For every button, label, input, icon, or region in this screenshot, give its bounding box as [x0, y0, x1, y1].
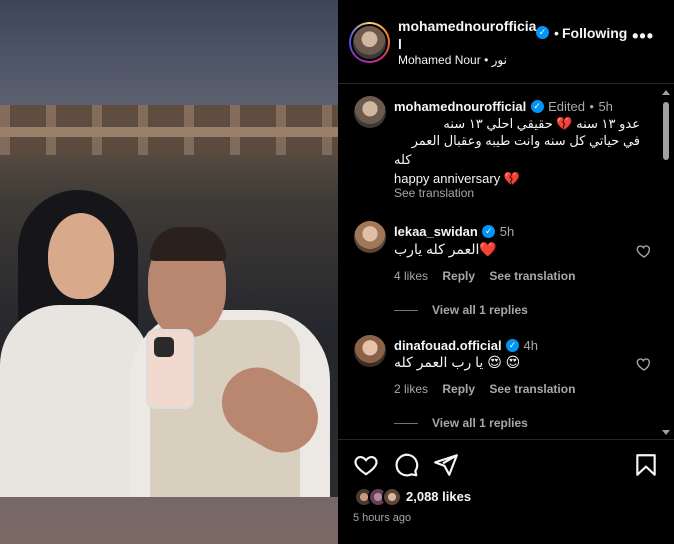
photo-man-hair	[150, 227, 226, 261]
caption-line-2: في حياتي كل سنه وانت طيبه وعقبال العمر	[411, 133, 640, 148]
comment-likes[interactable]: 4 likes	[394, 269, 428, 283]
caption-age[interactable]: 5h	[598, 99, 612, 114]
follow-dot: •	[554, 25, 559, 41]
post-panel: mohamednourofficia l ✓ • Following ••• M…	[338, 0, 674, 544]
comment-age[interactable]: 4h	[524, 338, 538, 353]
post-actions-bar	[338, 452, 674, 484]
photo-phone-camera	[154, 337, 174, 357]
caption-avatar[interactable]	[354, 96, 386, 128]
author-display-name[interactable]: Mohamed Nour	[398, 53, 481, 67]
likes-count[interactable]: 2,088 likes	[406, 489, 471, 504]
verified-badge-icon: ✓	[536, 26, 549, 39]
view-replies-label[interactable]: View all 1 replies	[432, 416, 528, 430]
caption-edited: Edited	[548, 99, 585, 114]
photo-woman-body	[0, 305, 150, 497]
more-options-icon[interactable]: •••	[632, 26, 654, 47]
subtitle-dot: •	[484, 53, 489, 67]
comment-like-heart-icon[interactable]	[636, 243, 652, 259]
caption-see-translation[interactable]: See translation	[394, 186, 474, 200]
comment-avatar[interactable]	[354, 335, 386, 367]
comment-avatar[interactable]	[354, 221, 386, 253]
view-replies-button[interactable]: View all 1 replies	[394, 416, 528, 430]
author-username-line1[interactable]: mohamednourofficia	[398, 18, 536, 34]
comment-text: يا رب العمر كله 😍 😍	[394, 354, 521, 370]
media-pane	[0, 0, 338, 544]
bookmark-icon[interactable]	[633, 452, 659, 478]
comment-verified-icon: ✓	[482, 225, 496, 239]
comment-actions: 4 likes Reply See translation	[394, 269, 586, 283]
post-header: mohamednourofficia l ✓ • Following ••• M…	[338, 0, 674, 84]
author-avatar[interactable]	[351, 24, 388, 61]
author-avatar-ring[interactable]	[349, 22, 390, 63]
replies-line	[394, 310, 418, 312]
comment-see-translation[interactable]: See translation	[489, 269, 575, 283]
scrollbar-thumb[interactable]	[663, 102, 669, 160]
replies-line	[394, 423, 418, 425]
scroll-up-arrow-icon[interactable]	[662, 90, 670, 95]
comments-list[interactable]: mohamednourofficial ✓ Edited • 5h عدو ١٣…	[338, 85, 674, 440]
comment-header: dinafouad.official ✓ 4h	[394, 337, 538, 355]
author-username-line2[interactable]: l	[398, 36, 402, 52]
comment-username[interactable]: lekaa_swidan	[394, 224, 478, 239]
caption-line-1: عدو ١٣ سنه 💔 حقيقي احلي ١٣ سنه	[443, 116, 640, 131]
caption-line-3: كله	[394, 152, 412, 167]
comment-reply-button[interactable]: Reply	[442, 269, 475, 283]
caption-verified-icon: ✓	[530, 100, 544, 114]
comment-see-translation[interactable]: See translation	[489, 382, 575, 396]
post-photo[interactable]	[0, 105, 338, 497]
view-replies-button[interactable]: View all 1 replies	[394, 303, 528, 317]
audio-label[interactable]: نور	[492, 53, 507, 67]
caption-line-4: happy anniversary 💔	[394, 171, 521, 186]
scroll-down-arrow-icon[interactable]	[662, 430, 670, 435]
view-replies-label[interactable]: View all 1 replies	[432, 303, 528, 317]
caption-text: عدو ١٣ سنه 💔 حقيقي احلي ١٣ سنه في حياتي …	[394, 115, 640, 149]
photo-woman-face	[48, 213, 114, 299]
post-time[interactable]: 5 hours ago	[353, 512, 411, 524]
comment-actions: 2 likes Reply See translation	[394, 382, 586, 396]
comment-age[interactable]: 5h	[500, 224, 514, 239]
comment-verified-icon: ✓	[506, 339, 520, 353]
comment-reply-button[interactable]: Reply	[442, 382, 475, 396]
comment-header: lekaa_swidan ✓ 5h	[394, 223, 514, 241]
caption-header: mohamednourofficial ✓ Edited • 5h	[394, 98, 613, 116]
caption-username[interactable]: mohamednourofficial	[394, 99, 526, 114]
comment-likes[interactable]: 2 likes	[394, 382, 428, 396]
comment-like-heart-icon[interactable]	[636, 356, 652, 372]
photo-beam	[0, 127, 338, 137]
following-button[interactable]: Following	[562, 25, 627, 41]
liker-avatar	[382, 487, 402, 507]
heart-icon[interactable]	[353, 452, 379, 478]
comment-username[interactable]: dinafouad.official	[394, 338, 502, 353]
caption-dot: •	[589, 99, 594, 114]
comment-icon[interactable]	[393, 452, 419, 478]
paper-plane-icon[interactable]	[433, 452, 459, 478]
author-subtitle: Mohamed Nour • نور	[398, 53, 507, 67]
comment-text: العمر كله يارب❤️	[394, 241, 497, 257]
author-username[interactable]: mohamednourofficia l	[398, 17, 543, 53]
photo-phone	[146, 329, 194, 409]
comments-scrollbar[interactable]	[662, 90, 670, 435]
